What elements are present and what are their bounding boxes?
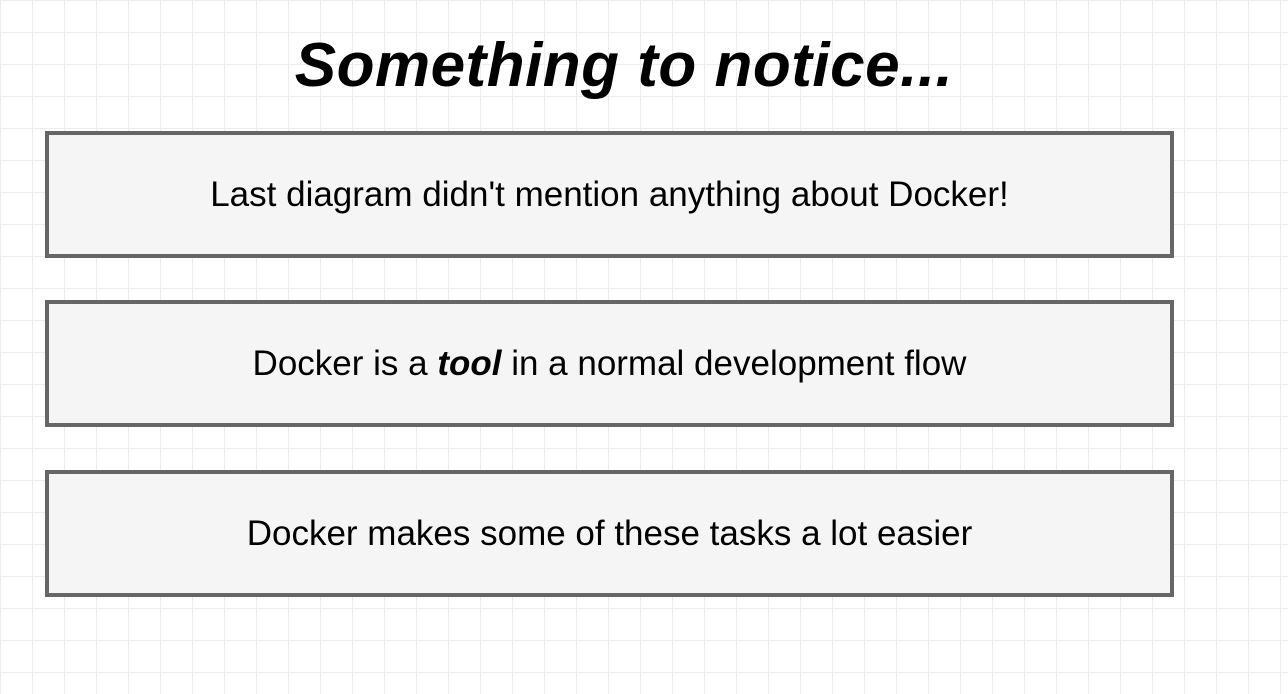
note-text-after: in a normal development flow — [501, 343, 967, 383]
note-text: Docker makes some of these tasks a lot e… — [246, 513, 973, 553]
note-box-docker-is-tool: Docker is a tool in a normal development… — [45, 300, 1174, 427]
slide-title: Something to notice... — [294, 31, 954, 100]
note-text-emphasis: tool — [437, 343, 502, 383]
note-text: Last diagram didn't mention anything abo… — [210, 174, 1009, 214]
note-box-docker-not-mentioned: Last diagram didn't mention anything abo… — [45, 131, 1174, 258]
note-text: Docker is a tool in a normal development… — [253, 344, 967, 384]
note-text-before: Docker is a — [252, 343, 438, 383]
note-box-docker-easier: Docker makes some of these tasks a lot e… — [45, 470, 1174, 597]
